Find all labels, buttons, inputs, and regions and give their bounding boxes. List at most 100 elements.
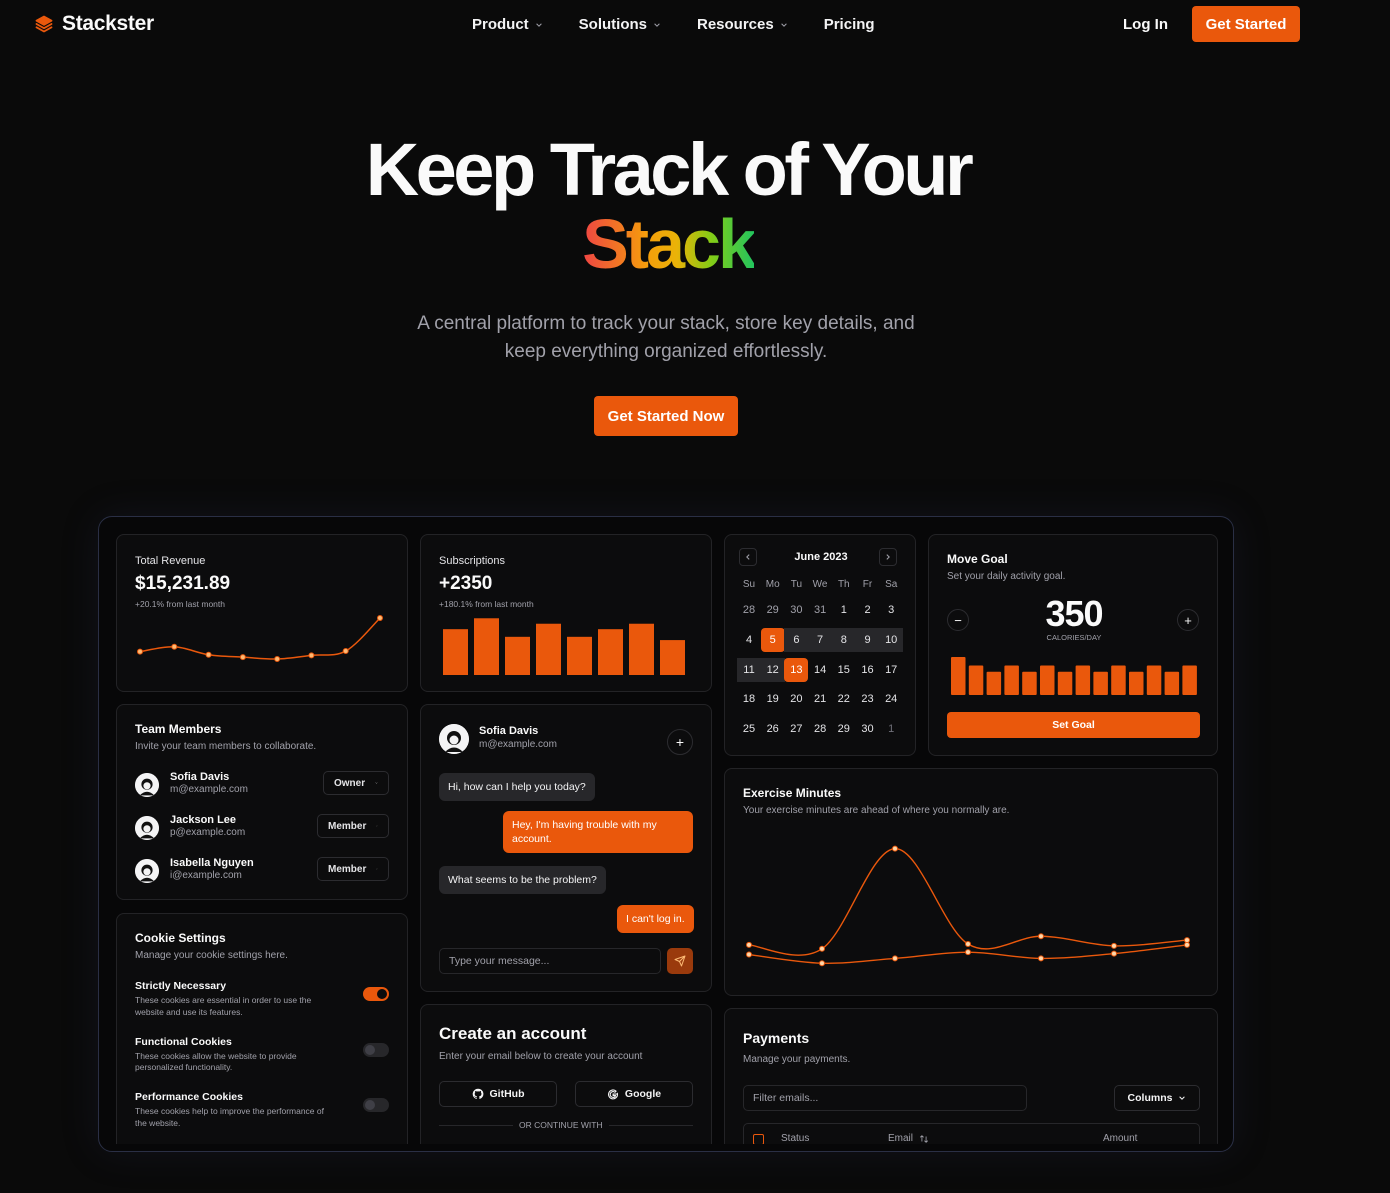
exercise-line-current xyxy=(748,847,1188,956)
google-button[interactable]: Google xyxy=(575,1081,693,1107)
calendar-day[interactable]: 28 xyxy=(737,598,761,622)
calendar-day[interactable]: 28 xyxy=(808,717,832,741)
calendar-day[interactable]: 5 xyxy=(760,627,785,652)
chat-contact-email: m@example.com xyxy=(479,739,557,750)
chevron-down-icon xyxy=(376,868,378,870)
calendar-day[interactable]: 26 xyxy=(761,717,785,741)
calendar-day[interactable]: 7 xyxy=(808,627,833,652)
cookie-toggle[interactable] xyxy=(363,1098,389,1112)
chevron-down-icon xyxy=(535,22,542,27)
calendar-day[interactable]: 29 xyxy=(761,598,785,622)
cookie-item-description: website and use its features. xyxy=(135,1006,243,1017)
cookie-item-title: Strictly Necessary xyxy=(135,980,227,992)
calendar-day[interactable]: 18 xyxy=(737,687,761,711)
cookie-toggle[interactable] xyxy=(363,987,389,1001)
calendar-day[interactable]: 14 xyxy=(808,658,832,682)
calendar-day[interactable]: 25 xyxy=(737,717,761,741)
calendar-day[interactable]: 27 xyxy=(784,717,808,741)
chevron-down-icon xyxy=(1179,1096,1186,1100)
calendar-day[interactable]: 24 xyxy=(879,687,903,711)
cookie-toggle[interactable] xyxy=(363,1042,389,1057)
calendar-day[interactable]: 19 xyxy=(761,687,785,711)
calendar-day[interactable]: 1 xyxy=(832,598,856,622)
avatar xyxy=(135,773,159,797)
cookie-settings-card: Cookie Settings Manage your cookie setti… xyxy=(116,913,408,1144)
calendar-day[interactable]: 31 xyxy=(808,598,832,622)
calendar-day[interactable]: 8 xyxy=(831,627,856,652)
increase-goal-button[interactable]: + xyxy=(1177,609,1199,631)
avatar xyxy=(439,724,469,754)
calendar-day[interactable]: 16 xyxy=(856,658,880,682)
set-goal-button[interactable]: Set Goal xyxy=(947,712,1200,738)
amount-column-header[interactable]: Amount xyxy=(1103,1133,1137,1144)
calendar-weekday: Mo xyxy=(765,579,780,590)
revenue-point xyxy=(205,651,212,658)
revenue-point xyxy=(171,643,178,650)
columns-button[interactable]: Columns xyxy=(1114,1085,1200,1111)
calendar-day[interactable]: 10 xyxy=(879,627,904,652)
payments-card: Payments Manage your payments. Filter em… xyxy=(724,1008,1218,1144)
get-started-button[interactable]: Get Started xyxy=(1192,6,1300,42)
new-chat-button[interactable]: + xyxy=(667,729,693,755)
calendar-day[interactable]: 9 xyxy=(855,627,880,652)
calendar-day[interactable]: 30 xyxy=(784,598,808,622)
calendar-day[interactable]: 1 xyxy=(879,717,903,741)
send-button[interactable] xyxy=(667,948,693,974)
team-member-name: Jackson Lee xyxy=(170,814,237,826)
role-select[interactable]: Member xyxy=(317,857,389,881)
status-column-header[interactable]: Status xyxy=(781,1133,809,1144)
filter-emails-input[interactable]: Filter emails... xyxy=(743,1085,1027,1111)
exercise-point xyxy=(892,845,898,852)
calendar-day[interactable]: 30 xyxy=(856,717,880,741)
calendar-day[interactable]: 12 xyxy=(760,657,785,682)
calendar-day[interactable]: 11 xyxy=(737,657,761,682)
move-goal-value: 350 xyxy=(1045,593,1103,634)
calendar-day[interactable]: 3 xyxy=(879,598,903,622)
move-goal-bar xyxy=(1004,665,1019,695)
exercise-point xyxy=(819,945,825,952)
nav-pricing[interactable]: Pricing xyxy=(824,16,875,33)
role-select[interactable]: Member xyxy=(317,814,389,838)
chat-message-input[interactable]: Type your message... xyxy=(439,948,661,974)
nav-solutions[interactable]: Solutions xyxy=(579,16,661,33)
chat-message: I can't log in. xyxy=(617,905,694,933)
email-column-label: Email xyxy=(888,1133,914,1144)
exercise-point xyxy=(746,941,752,948)
calendar-day[interactable]: 20 xyxy=(784,687,808,711)
move-goal-bar xyxy=(1040,665,1055,695)
cookie-item-description: personalized functionality. xyxy=(135,1062,233,1072)
calendar-day[interactable]: 29 xyxy=(832,717,856,741)
nav-resources[interactable]: Resources xyxy=(697,16,788,33)
exercise-minutes-card: Exercise Minutes Your exercise minutes a… xyxy=(724,768,1218,996)
role-select[interactable]: Owner xyxy=(323,771,389,795)
hero-title: Keep Track of Your xyxy=(365,128,974,211)
calendar-day[interactable]: 22 xyxy=(832,687,856,711)
calendar-day[interactable]: 13 xyxy=(784,657,809,682)
hero-subtitle-line2: keep everything organized effortlessly. xyxy=(504,341,828,362)
send-icon xyxy=(674,955,686,967)
calendar-next-button[interactable] xyxy=(879,548,897,566)
nav-product[interactable]: Product xyxy=(472,16,543,33)
select-all-checkbox[interactable] xyxy=(753,1134,764,1144)
calendar-day[interactable]: 23 xyxy=(856,687,880,711)
calendar-day[interactable]: 15 xyxy=(832,658,856,682)
move-goal-bar xyxy=(951,657,966,695)
calendar-weekday: We xyxy=(812,579,828,590)
exercise-point xyxy=(746,951,752,958)
subscriptions-bar xyxy=(629,623,654,675)
email-column-header[interactable]: Email xyxy=(888,1133,929,1144)
calendar-day[interactable]: 21 xyxy=(808,687,832,711)
calendar-day[interactable]: 2 xyxy=(856,598,880,622)
calendar-day[interactable]: 4 xyxy=(737,628,761,652)
get-started-now-button[interactable]: Get Started Now xyxy=(594,396,738,436)
revenue-point xyxy=(308,652,315,659)
calendar-day[interactable]: 17 xyxy=(879,658,903,682)
calendar-weekday: Fr xyxy=(862,579,873,590)
subscriptions-delta: +180.1% from last month xyxy=(439,599,534,609)
login-link[interactable]: Log In xyxy=(1123,16,1168,33)
payments-title: Payments xyxy=(743,1030,810,1046)
brand-logo[interactable]: Stackster xyxy=(34,12,154,36)
calendar-day[interactable]: 6 xyxy=(784,627,809,652)
github-button[interactable]: GitHub xyxy=(439,1081,557,1107)
subscriptions-bar xyxy=(505,636,530,675)
